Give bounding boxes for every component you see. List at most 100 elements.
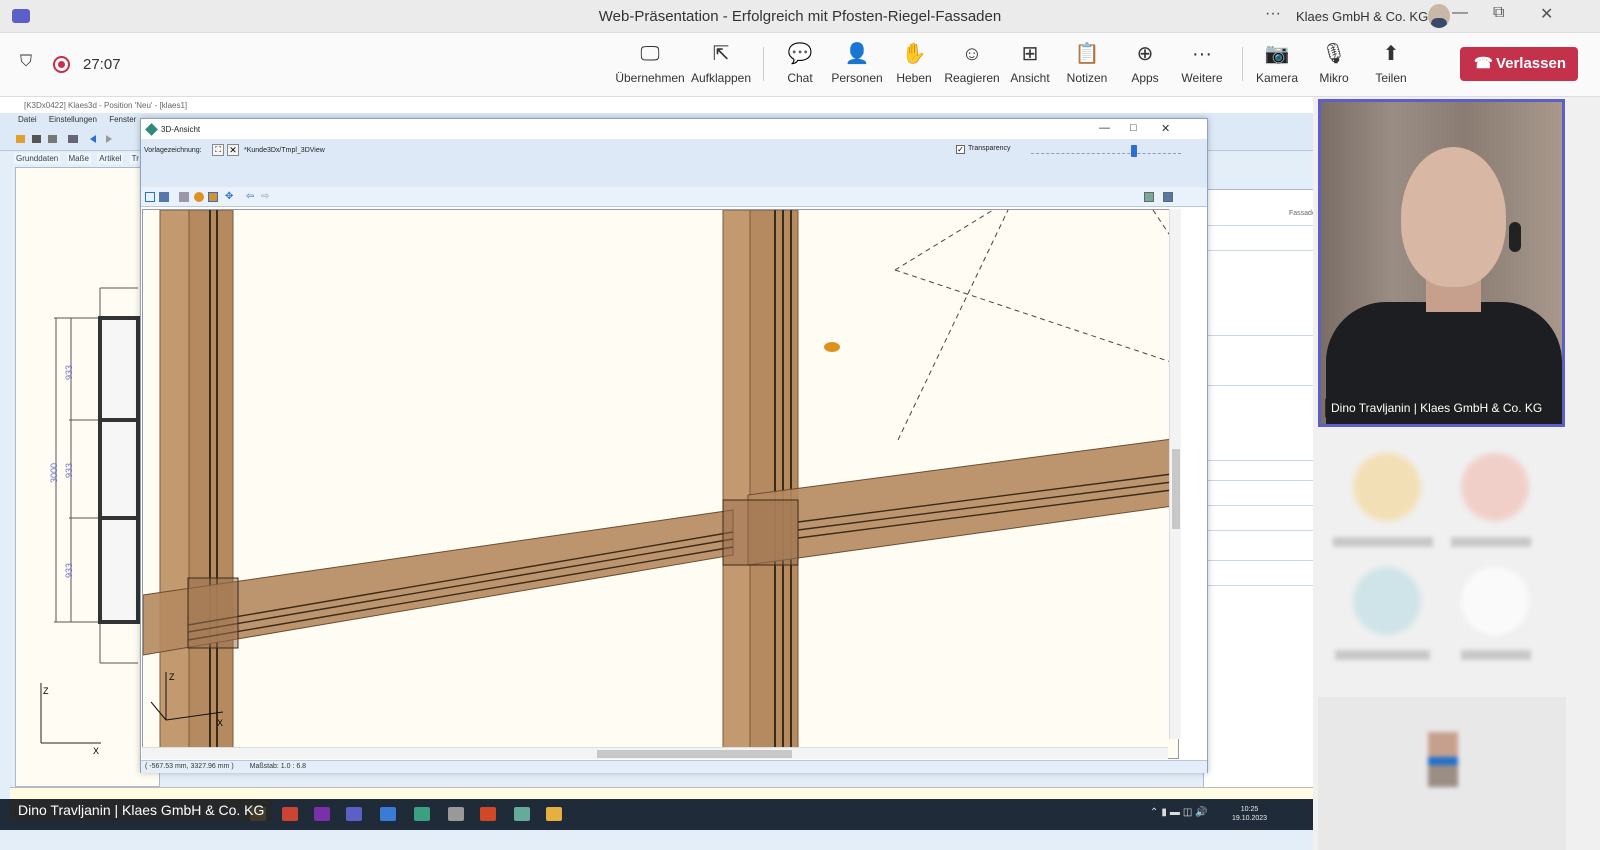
klaes-icon[interactable] (414, 807, 430, 821)
takeover-button[interactable]: 🖵 Übernehmen (614, 41, 686, 85)
org-name[interactable]: Klaes GmbH & Co. KG (1296, 9, 1428, 24)
participant-name-blurred (1335, 650, 1430, 660)
system-clock[interactable]: 10:25 19.10.2023 (1232, 805, 1267, 823)
menu-fenster[interactable]: Fenster (109, 115, 136, 124)
tab-grunddaten[interactable]: Grunddaten (14, 153, 61, 164)
transparency-label: Transparency (968, 145, 1011, 152)
horizontal-scrollbar[interactable] (142, 747, 1168, 759)
teams-task-icon[interactable] (346, 807, 362, 821)
menu-einstellungen[interactable]: Einstellungen (49, 115, 97, 124)
dialog-minimize-button[interactable]: — (1099, 122, 1110, 134)
dim-3000: 3000 (49, 463, 59, 483)
more-button[interactable]: ··· Weitere (1166, 41, 1238, 85)
export-icon[interactable] (1144, 192, 1154, 202)
vertical-scrollbar[interactable] (1169, 209, 1181, 739)
antivirus-icon[interactable] (282, 807, 298, 821)
tab-artikel[interactable]: Artikel (97, 153, 124, 164)
orbit-center-icon (824, 342, 840, 352)
dialog-maximize-button[interactable]: □ (1130, 122, 1137, 134)
select-icon[interactable] (179, 192, 189, 202)
headset-icon (1509, 222, 1521, 252)
takeover-icon: 🖵 (640, 43, 660, 65)
fassade-dropdown[interactable]: Fassade (1289, 210, 1316, 217)
dialog-options-bar: Vorlagezeichnung: ⛶ ✕ *Kunde3Dx/Tmpl_3DV… (141, 139, 1207, 187)
app-icon[interactable] (380, 807, 396, 821)
person-thumbnail (1428, 732, 1458, 787)
dim-933-3: 933 (64, 563, 74, 578)
close-button[interactable]: ✕ (1540, 4, 1553, 24)
2d-drawing-panel[interactable]: 933 933 933 3000 Z X (15, 167, 160, 787)
participant-name-blurred (1451, 537, 1531, 547)
axis-x-label-3d: X (217, 718, 223, 728)
settings-icon[interactable] (1163, 192, 1173, 202)
print-icon[interactable] (159, 192, 169, 202)
axis-x-label-2d: X (93, 746, 99, 756)
avatar[interactable] (1353, 567, 1421, 635)
self-video[interactable] (1318, 697, 1566, 850)
menu-datei[interactable]: Datei (18, 115, 37, 124)
share-button[interactable]: ⬆ Teilen (1355, 41, 1427, 85)
vorlage-clear-button[interactable]: ✕ (227, 144, 239, 156)
transparency-slider-thumb[interactable] (1131, 145, 1137, 157)
maximize-button[interactable]: ⧉ (1493, 4, 1504, 22)
k3d-tabs: Grunddaten Maße Artikel Tr (14, 153, 145, 164)
vorlage-path: *Kunde3Dx/Tmpl_3DView (244, 147, 325, 154)
popout-button[interactable]: ⇱ Aufklappen (685, 41, 757, 85)
title-bar: Web-Präsentation - Erfolgreich mit Pfost… (0, 0, 1600, 33)
more-icon: ··· (1192, 43, 1212, 65)
participant-name: Dino Travljanin | Klaes GmbH & Co. KG (1325, 398, 1549, 418)
k3d-window-title: [K3Dx0422] Klaes3d - Position 'Neu' - [k… (0, 97, 1330, 113)
forward-arrow-icon[interactable]: ⇨ (261, 192, 271, 202)
k3d-statusbar (10, 787, 1330, 799)
view-toolbar: ✥ ⇦ ⇨ (141, 187, 1207, 207)
scale-readout: Maßstab: 1.0 : 6.8 (249, 763, 307, 770)
axis-z-label-3d: Z (169, 672, 175, 682)
leave-button[interactable]: ☎ Verlassen (1460, 47, 1578, 81)
popout-icon: ⇱ (712, 43, 730, 65)
meeting-timer: 27:07 (83, 56, 121, 73)
dialog-close-button[interactable]: ✕ (1161, 122, 1170, 135)
shield-icon: ⛉ (20, 53, 33, 70)
participant-gallery: Dino Travljanin | Klaes GmbH & Co. KG (1313, 97, 1600, 850)
3d-view-dialog: 3D-Ansicht — □ ✕ Vorlagezeichnung: ⛶ ✕ *… (140, 118, 1208, 773)
dim-933-1: 933 (64, 365, 74, 380)
eye-icon[interactable] (194, 192, 204, 202)
back-arrow-icon[interactable]: ⇦ (246, 192, 256, 202)
person-head (1401, 147, 1506, 287)
system-tray[interactable]: ⌃▮▬◫🔊 (1150, 807, 1211, 818)
avatar[interactable] (1428, 4, 1450, 28)
tab-masse[interactable]: Maße (66, 153, 91, 164)
meeting-toolbar: ⛉ 27:07 🖵 Übernehmen ⇱ Aufklappen 💬 Chat 👤 P… (0, 33, 1600, 97)
facade-3d-model: Z X (143, 210, 1178, 758)
vorlage-select-button[interactable]: ⛶ (212, 144, 224, 156)
participant-name-blurred (1461, 650, 1531, 660)
dialog-statusbar: ( -567.53 mm, 3327.96 mm ) Maßstab: 1.0 … (141, 760, 1207, 773)
dialog-title: 3D-Ansicht (141, 119, 1207, 139)
vorlage-label: Vorlagezeichnung: (144, 147, 202, 154)
phone-hangup-icon: ☎ (1474, 55, 1493, 72)
recording-icon (53, 56, 70, 73)
participant-name-blurred (1333, 537, 1433, 547)
onenote-icon[interactable] (314, 807, 330, 821)
zoom-fit-icon[interactable] (145, 192, 155, 202)
spotlight-video[interactable]: Dino Travljanin | Klaes GmbH & Co. KG (1318, 99, 1565, 427)
transparency-checkbox[interactable]: ✓ (956, 145, 965, 154)
more-options-button[interactable]: ··· (1265, 5, 1281, 23)
transparency-slider[interactable] (1031, 153, 1181, 154)
dim-933-2: 933 (64, 463, 74, 478)
avatar[interactable] (1461, 567, 1529, 635)
k3d-toolbar-icons[interactable] (0, 127, 140, 151)
avatar[interactable] (1353, 453, 1421, 521)
app-icon[interactable] (514, 807, 530, 821)
powerpoint-icon[interactable] (480, 807, 496, 821)
avatar[interactable] (1461, 453, 1529, 521)
3d-viewport[interactable]: Z X (142, 209, 1179, 759)
app-icon[interactable] (546, 807, 562, 821)
app-icon[interactable] (448, 807, 464, 821)
move-icon[interactable]: ✥ (225, 192, 235, 202)
cursor-coordinates: ( -567.53 mm, 3327.96 mm ) (145, 763, 234, 770)
camera-view-icon[interactable] (208, 192, 218, 202)
minimize-button[interactable]: — (1452, 4, 1468, 22)
presenter-label: Dino Travljanin | Klaes GmbH & Co. KG (10, 799, 273, 821)
share-icon: ⬆ (1382, 43, 1400, 65)
